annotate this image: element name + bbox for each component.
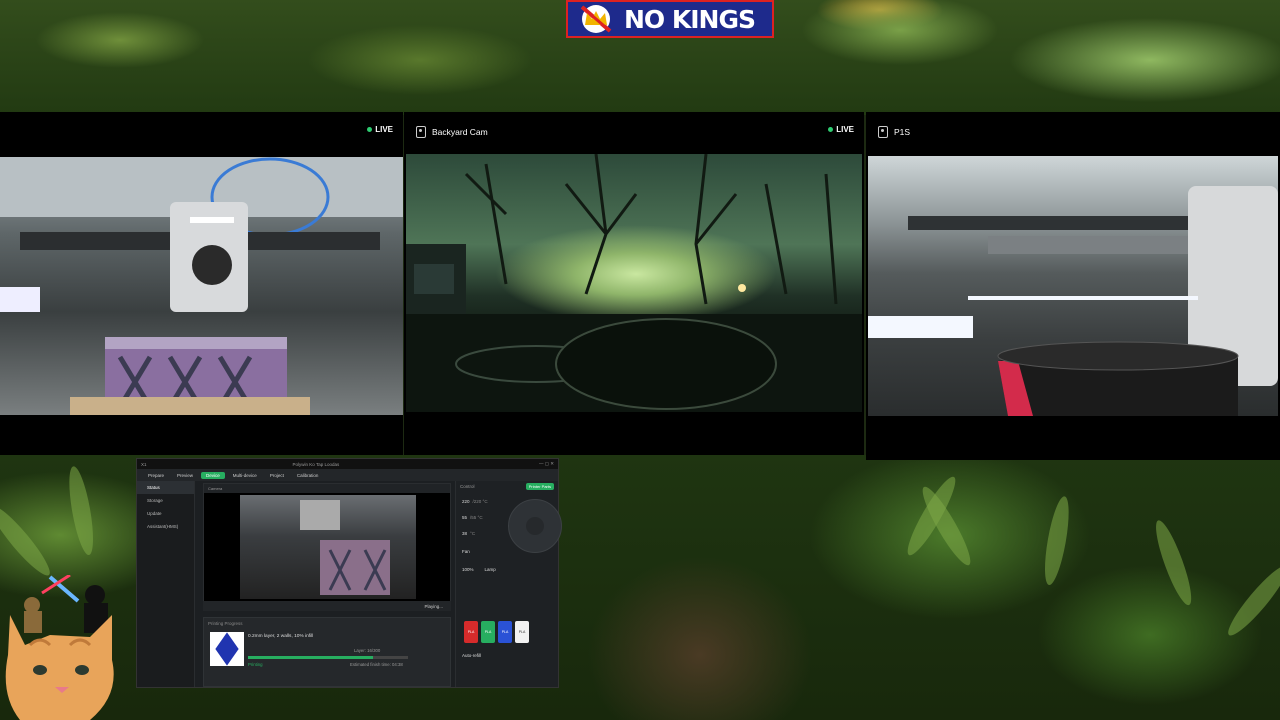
app-titlebar: X1 Polywin Ko Tap Loodas — ▢ ✕ <box>137 459 558 469</box>
camera-panel-1: LIVE <box>0 112 403 455</box>
speed-control[interactable]: 100% Lamp <box>462 567 496 572</box>
auto-refill-link[interactable]: Auto-refill <box>462 653 481 658</box>
printer-camera-feed <box>0 157 403 415</box>
spool-1[interactable]: PLA <box>464 621 478 643</box>
bed-temp[interactable]: 55/55 °C <box>462 515 483 520</box>
stream-overlay: NO KINGS LIVE Backyard Cam LIVE P1S X1 P… <box>0 0 1280 720</box>
camera-panel-3: P1S <box>866 112 1280 460</box>
fan-control[interactable]: Fan <box>462 549 470 554</box>
device-sidebar: Status Storage Update Assistant(HMS) <box>137 481 195 687</box>
app-tabs: Prepare Preview Device Multi-device Proj… <box>137 469 558 481</box>
camera-icon <box>416 126 426 138</box>
sidebar-item-storage[interactable]: Storage <box>137 494 194 507</box>
model-thumbnail <box>210 632 244 666</box>
bambu-studio-window: X1 Polywin Ko Tap Loodas — ▢ ✕ Prepare P… <box>136 458 562 688</box>
camera-icon <box>878 126 888 138</box>
device-selector[interactable]: X1 <box>141 462 147 467</box>
camera-name: P1S <box>894 127 911 137</box>
camera-panel-2: Backyard Cam LIVE <box>404 112 864 455</box>
tab-calibration[interactable]: Calibration <box>292 472 324 479</box>
progress-bar <box>248 656 408 659</box>
printer-parts-button[interactable]: Printer Parts <box>525 483 554 490</box>
progress-title: Printing Progress <box>208 621 243 626</box>
viewer-bar: Camera <box>204 484 450 493</box>
print-state: Printing <box>248 662 263 667</box>
control-title: Control <box>460 484 475 489</box>
tab-multi-device[interactable]: Multi-device <box>228 472 262 479</box>
camera-header <box>0 112 403 152</box>
tab-prepare[interactable]: Prepare <box>143 472 169 479</box>
spool-3[interactable]: PLA <box>498 621 512 643</box>
tab-preview[interactable]: Preview <box>172 472 198 479</box>
nozzle-temp[interactable]: 220/220 °C <box>462 499 488 504</box>
live-dot-icon <box>367 127 373 132</box>
viewer-image <box>240 495 416 599</box>
print-description: 0.2mm layer, 2 walls, 10% infill <box>248 634 314 639</box>
no-kings-banner: NO KINGS <box>566 0 774 38</box>
axis-jog-dial[interactable] <box>508 499 562 553</box>
eta-readout: Estimated finish time: 04:38 <box>350 662 403 667</box>
chamber-temp: 38 °C <box>462 531 476 536</box>
printing-progress-panel: Printing Progress 0.2mm layer, 2 walls, … <box>203 617 451 687</box>
live-badge: LIVE <box>828 125 854 134</box>
live-dot-icon <box>828 127 834 132</box>
camera-name: Backyard Cam <box>432 127 488 137</box>
crown-icon <box>574 3 618 35</box>
printer-camera-viewer: Camera <box>203 483 451 611</box>
ams-spools: PLA PLA PLA PLA <box>464 621 529 643</box>
sidebar-item-assistant[interactable]: Assistant(HMS) <box>137 520 194 533</box>
control-panel: Control Printer Parts 220/220 °C 55/55 °… <box>455 481 562 687</box>
playing-status: Playing... <box>203 601 451 611</box>
banner-text: NO KINGS <box>624 4 756 34</box>
live-label: LIVE <box>375 125 393 134</box>
camera-header: P1S <box>866 112 1280 152</box>
live-label: LIVE <box>836 125 854 134</box>
tab-device[interactable]: Device <box>201 471 225 479</box>
sidebar-item-status[interactable]: Status <box>137 481 194 494</box>
sidebar-item-update[interactable]: Update <box>137 507 194 520</box>
lamp-toggle[interactable]: Lamp <box>485 567 496 572</box>
spool-4[interactable]: PLA <box>515 621 529 643</box>
backyard-camera-feed <box>406 154 862 412</box>
cat-sticker <box>0 573 138 720</box>
tab-project[interactable]: Project <box>265 472 289 479</box>
spool-2[interactable]: PLA <box>481 621 495 643</box>
layer-readout: Layer: 16/300 <box>354 648 381 653</box>
app-title: Polywin Ko Tap Loodas <box>292 461 340 467</box>
window-controls[interactable]: — ▢ ✕ <box>539 461 554 467</box>
p1s-camera-feed <box>868 156 1278 416</box>
progress-fill <box>248 656 373 659</box>
live-badge: LIVE <box>367 125 393 134</box>
camera-header: Backyard Cam <box>404 112 864 152</box>
